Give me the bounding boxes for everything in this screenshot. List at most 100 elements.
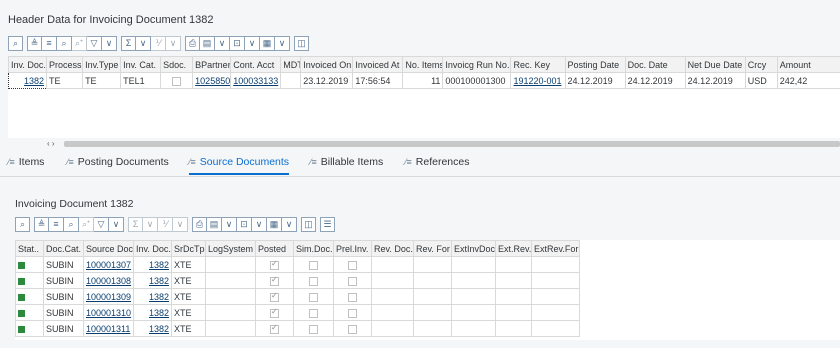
col-mdt[interactable]: MDT bbox=[280, 56, 302, 73]
details-icon[interactable]: ◫ bbox=[294, 35, 309, 51]
menu-icon[interactable]: ☰ bbox=[320, 216, 335, 232]
col-inv-doc[interactable]: Inv. Doc. bbox=[133, 240, 172, 257]
col-srdctp[interactable]: SrDcTp bbox=[171, 240, 206, 257]
sim-doc-checkbox[interactable] bbox=[309, 292, 318, 302]
col-inv-cat[interactable]: Inv. Cat. bbox=[120, 56, 162, 73]
tab-posting-documents[interactable]: ⁄≡ Posting Documents bbox=[67, 156, 169, 168]
prel-inv-checkbox[interactable] bbox=[348, 276, 357, 286]
col-cont-acct[interactable]: Cont. Acct bbox=[230, 56, 282, 73]
col-source-doc[interactable]: Source Doc bbox=[83, 240, 134, 257]
filter-funnel-icon[interactable]: ▽ bbox=[94, 216, 109, 232]
sum-icon[interactable]: Σ bbox=[128, 216, 143, 232]
chevron-down-icon[interactable]: ∨ bbox=[275, 35, 290, 51]
chevron-down-icon[interactable]: ∨ bbox=[282, 216, 297, 232]
col-net-due-date[interactable]: Net Due Date bbox=[684, 56, 746, 73]
posted-checkbox[interactable] bbox=[270, 291, 279, 302]
col-ext-rev-for[interactable]: ExtRev.For bbox=[531, 240, 580, 257]
table-row[interactable]: SUBIN 100001307 1382 XTE bbox=[15, 256, 580, 273]
table-row[interactable]: SUBIN 100001310 1382 XTE bbox=[15, 304, 580, 321]
sim-doc-checkbox[interactable] bbox=[309, 276, 318, 286]
cell-inv-doc[interactable]: 1382 bbox=[133, 304, 172, 321]
table-row[interactable]: SUBIN 100001309 1382 XTE bbox=[15, 288, 580, 305]
col-sim-doc[interactable]: Sim.Doc. bbox=[293, 240, 334, 257]
prel-inv-checkbox[interactable] bbox=[348, 260, 357, 270]
chevron-down-icon[interactable]: ∨ bbox=[136, 35, 151, 51]
col-doc-cat[interactable]: Doc.Cat. bbox=[43, 240, 84, 257]
find-next-icon[interactable]: ⌕⁺ bbox=[72, 35, 87, 51]
cell-inv-doc[interactable]: 1382 bbox=[133, 256, 172, 273]
col-invoiced-on[interactable]: Invoiced On bbox=[300, 56, 354, 73]
sum-icon[interactable]: Σ bbox=[121, 35, 136, 51]
view-icon[interactable]: ▤ bbox=[207, 216, 222, 232]
prel-inv-checkbox[interactable] bbox=[348, 324, 357, 334]
col-crcy[interactable]: Crcy bbox=[744, 56, 778, 73]
sim-doc-checkbox[interactable] bbox=[309, 308, 318, 318]
col-rec-key[interactable]: Rec. Key bbox=[510, 56, 566, 73]
details-icon[interactable]: ◫ bbox=[301, 216, 316, 232]
print-icon[interactable]: ⎙ bbox=[192, 216, 207, 232]
table-row[interactable]: 1382 TE TE TEL1 1025850 100033133 23.12.… bbox=[7, 72, 840, 89]
chevron-down-icon[interactable]: ∨ bbox=[109, 216, 124, 232]
sort-asc-icon[interactable]: ≜ bbox=[34, 216, 49, 232]
export-icon[interactable]: ⊡ bbox=[237, 216, 252, 232]
col-amount[interactable]: Amount bbox=[776, 56, 840, 73]
col-posted[interactable]: Posted bbox=[255, 240, 294, 257]
col-inv-doc[interactable]: Inv. Doc. bbox=[7, 56, 48, 73]
sort-desc-icon[interactable]: ≡ bbox=[42, 35, 57, 51]
cell-bpartner[interactable]: 1025850 bbox=[192, 72, 232, 89]
cell-source-doc[interactable]: 100001307 bbox=[83, 256, 134, 273]
cell-cont-acct[interactable]: 100033133 bbox=[230, 72, 282, 89]
subtotal-icon[interactable]: ⅟ bbox=[151, 35, 166, 51]
col-process[interactable]: Process bbox=[46, 56, 84, 73]
col-sdoc[interactable]: Sdoc. bbox=[160, 56, 194, 73]
sdoc-checkbox[interactable] bbox=[172, 76, 182, 86]
col-inv-type[interactable]: Inv.Type bbox=[82, 56, 122, 73]
col-rev-for[interactable]: Rev. For bbox=[413, 240, 452, 257]
chevron-down-icon[interactable]: ∨ bbox=[143, 216, 158, 232]
chevron-down-icon[interactable]: ∨ bbox=[252, 216, 267, 232]
find-next-icon[interactable]: ⌕⁺ bbox=[79, 216, 94, 232]
prel-inv-checkbox[interactable] bbox=[348, 292, 357, 302]
col-doc-date[interactable]: Doc. Date bbox=[624, 56, 686, 73]
table-row[interactable]: SUBIN 100001311 1382 XTE bbox=[15, 320, 580, 337]
filter-funnel-icon[interactable]: ▽ bbox=[87, 35, 102, 51]
col-prel-inv[interactable]: Prel.Inv. bbox=[333, 240, 372, 257]
scroll-arrows-icon[interactable]: ‹ › bbox=[47, 139, 55, 148]
find-icon[interactable]: ⌕ bbox=[57, 35, 72, 51]
cell-source-doc[interactable]: 100001311 bbox=[83, 320, 134, 337]
cell-inv-doc[interactable]: 1382 bbox=[133, 288, 172, 305]
cell-inv-doc[interactable]: 1382 bbox=[133, 272, 172, 289]
col-logsystem[interactable]: LogSystem bbox=[205, 240, 256, 257]
cell-source-doc[interactable]: 100001308 bbox=[83, 272, 134, 289]
chevron-down-icon[interactable]: ∨ bbox=[215, 35, 230, 51]
layout-icon[interactable]: ▦ bbox=[267, 216, 282, 232]
view-icon[interactable]: ▤ bbox=[200, 35, 215, 51]
posted-checkbox[interactable] bbox=[270, 307, 279, 318]
horizontal-scrollbar[interactable] bbox=[64, 141, 840, 147]
col-posting-date[interactable]: Posting Date bbox=[564, 56, 626, 73]
col-ext-rev[interactable]: Ext.Rev. bbox=[495, 240, 532, 257]
sort-asc-icon[interactable]: ≜ bbox=[27, 35, 42, 51]
chevron-down-icon[interactable]: ∨ bbox=[102, 35, 117, 51]
subtotal-icon[interactable]: ⅟ bbox=[158, 216, 173, 232]
posted-checkbox[interactable] bbox=[270, 323, 279, 334]
cell-source-doc[interactable]: 100001309 bbox=[83, 288, 134, 305]
col-bpartner[interactable]: BPartner bbox=[192, 56, 232, 73]
cell-inv-doc[interactable]: 1382 bbox=[133, 320, 172, 337]
cell-rec-key[interactable]: 191220-001 bbox=[510, 72, 566, 89]
print-icon[interactable]: ⎙ bbox=[185, 35, 200, 51]
sort-desc-icon[interactable]: ≡ bbox=[49, 216, 64, 232]
zoom-icon[interactable]: ⌕ bbox=[8, 35, 23, 51]
find-icon[interactable]: ⌕ bbox=[64, 216, 79, 232]
col-ext-inv-doc[interactable]: ExtInvDoc. bbox=[451, 240, 496, 257]
col-invoiced-at[interactable]: Invoiced At bbox=[352, 56, 404, 73]
table-row[interactable]: SUBIN 100001308 1382 XTE bbox=[15, 272, 580, 289]
export-icon[interactable]: ⊡ bbox=[230, 35, 245, 51]
tab-items[interactable]: ⁄≡ Items bbox=[8, 156, 44, 168]
zoom-icon[interactable]: ⌕ bbox=[15, 216, 30, 232]
sim-doc-checkbox[interactable] bbox=[309, 324, 318, 334]
col-status[interactable]: Stat.. bbox=[15, 240, 44, 257]
chevron-down-icon[interactable]: ∨ bbox=[245, 35, 260, 51]
cell-inv-doc[interactable]: 1382 bbox=[7, 72, 48, 89]
posted-checkbox[interactable] bbox=[270, 259, 279, 270]
